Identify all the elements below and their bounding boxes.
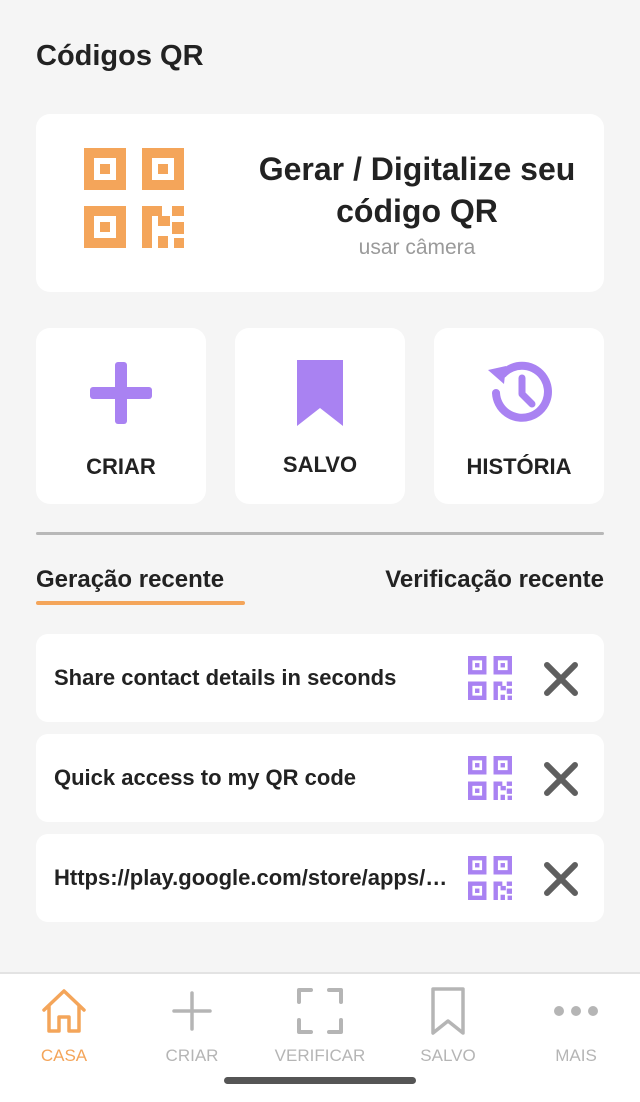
- history-icon: [488, 361, 552, 422]
- create-card[interactable]: CRIAR: [36, 328, 206, 504]
- list-item-text: Share contact details in seconds: [54, 665, 397, 690]
- section-divider: [36, 532, 604, 535]
- close-icon[interactable]: [542, 660, 580, 698]
- nav-label-create: CRIAR: [165, 1046, 219, 1065]
- plus-icon: [90, 362, 152, 424]
- nav-item-saved[interactable]: SALVO: [384, 984, 512, 1065]
- nav-item-scan[interactable]: VERIFICAR: [256, 984, 384, 1065]
- nav-label-more: MAIS: [555, 1046, 597, 1065]
- scan-icon: [297, 988, 343, 1034]
- qr-code-icon[interactable]: [468, 856, 512, 900]
- bookmark-icon: [297, 360, 343, 426]
- history-label: HISTÓRIA: [466, 454, 572, 479]
- list-item-text: Quick access to my QR code: [54, 765, 357, 790]
- close-icon[interactable]: [542, 760, 580, 798]
- nav-item-create[interactable]: CRIAR: [128, 984, 256, 1065]
- hero-title: Gerar / Digitalize seu código QR: [258, 151, 576, 229]
- nav-label-scan: VERIFICAR: [274, 1046, 366, 1065]
- active-tab-indicator: [36, 601, 245, 605]
- bookmark-icon: [431, 987, 465, 1035]
- tab-recent-generation[interactable]: Geração recente: [36, 566, 224, 594]
- tab-recent-scan[interactable]: Verificação recente: [385, 566, 604, 594]
- history-card[interactable]: HISTÓRIA: [434, 328, 604, 504]
- create-label: CRIAR: [86, 454, 156, 479]
- plus-icon: [172, 991, 212, 1031]
- qr-code-icon[interactable]: [468, 656, 512, 700]
- close-icon[interactable]: [542, 860, 580, 898]
- more-icon: [554, 1006, 598, 1016]
- hero-subtitle: usar câmera: [358, 236, 476, 259]
- generate-scan-card[interactable]: Gerar / Digitalize seu código QR usar câ…: [36, 114, 604, 292]
- list-item-text: Https://play.google.com/store/apps/detai…: [54, 865, 458, 890]
- page-title: Códigos QR: [36, 40, 204, 72]
- nav-label-saved: SALVO: [420, 1046, 476, 1065]
- list-item[interactable]: Quick access to my QR code: [36, 734, 604, 822]
- list-item[interactable]: Https://play.google.com/store/apps/detai…: [36, 834, 604, 922]
- home-indicator[interactable]: [224, 1077, 416, 1084]
- list-item[interactable]: Share contact details in seconds: [36, 634, 604, 722]
- nav-item-more[interactable]: MAIS: [512, 984, 640, 1065]
- qr-code-icon: [84, 148, 184, 248]
- saved-card[interactable]: SALVO: [235, 328, 405, 504]
- qr-code-icon[interactable]: [468, 756, 512, 800]
- nav-label-home: CASA: [40, 1046, 88, 1065]
- home-icon: [42, 989, 86, 1033]
- nav-item-home[interactable]: CASA: [0, 984, 128, 1065]
- saved-label: SALVO: [282, 452, 358, 477]
